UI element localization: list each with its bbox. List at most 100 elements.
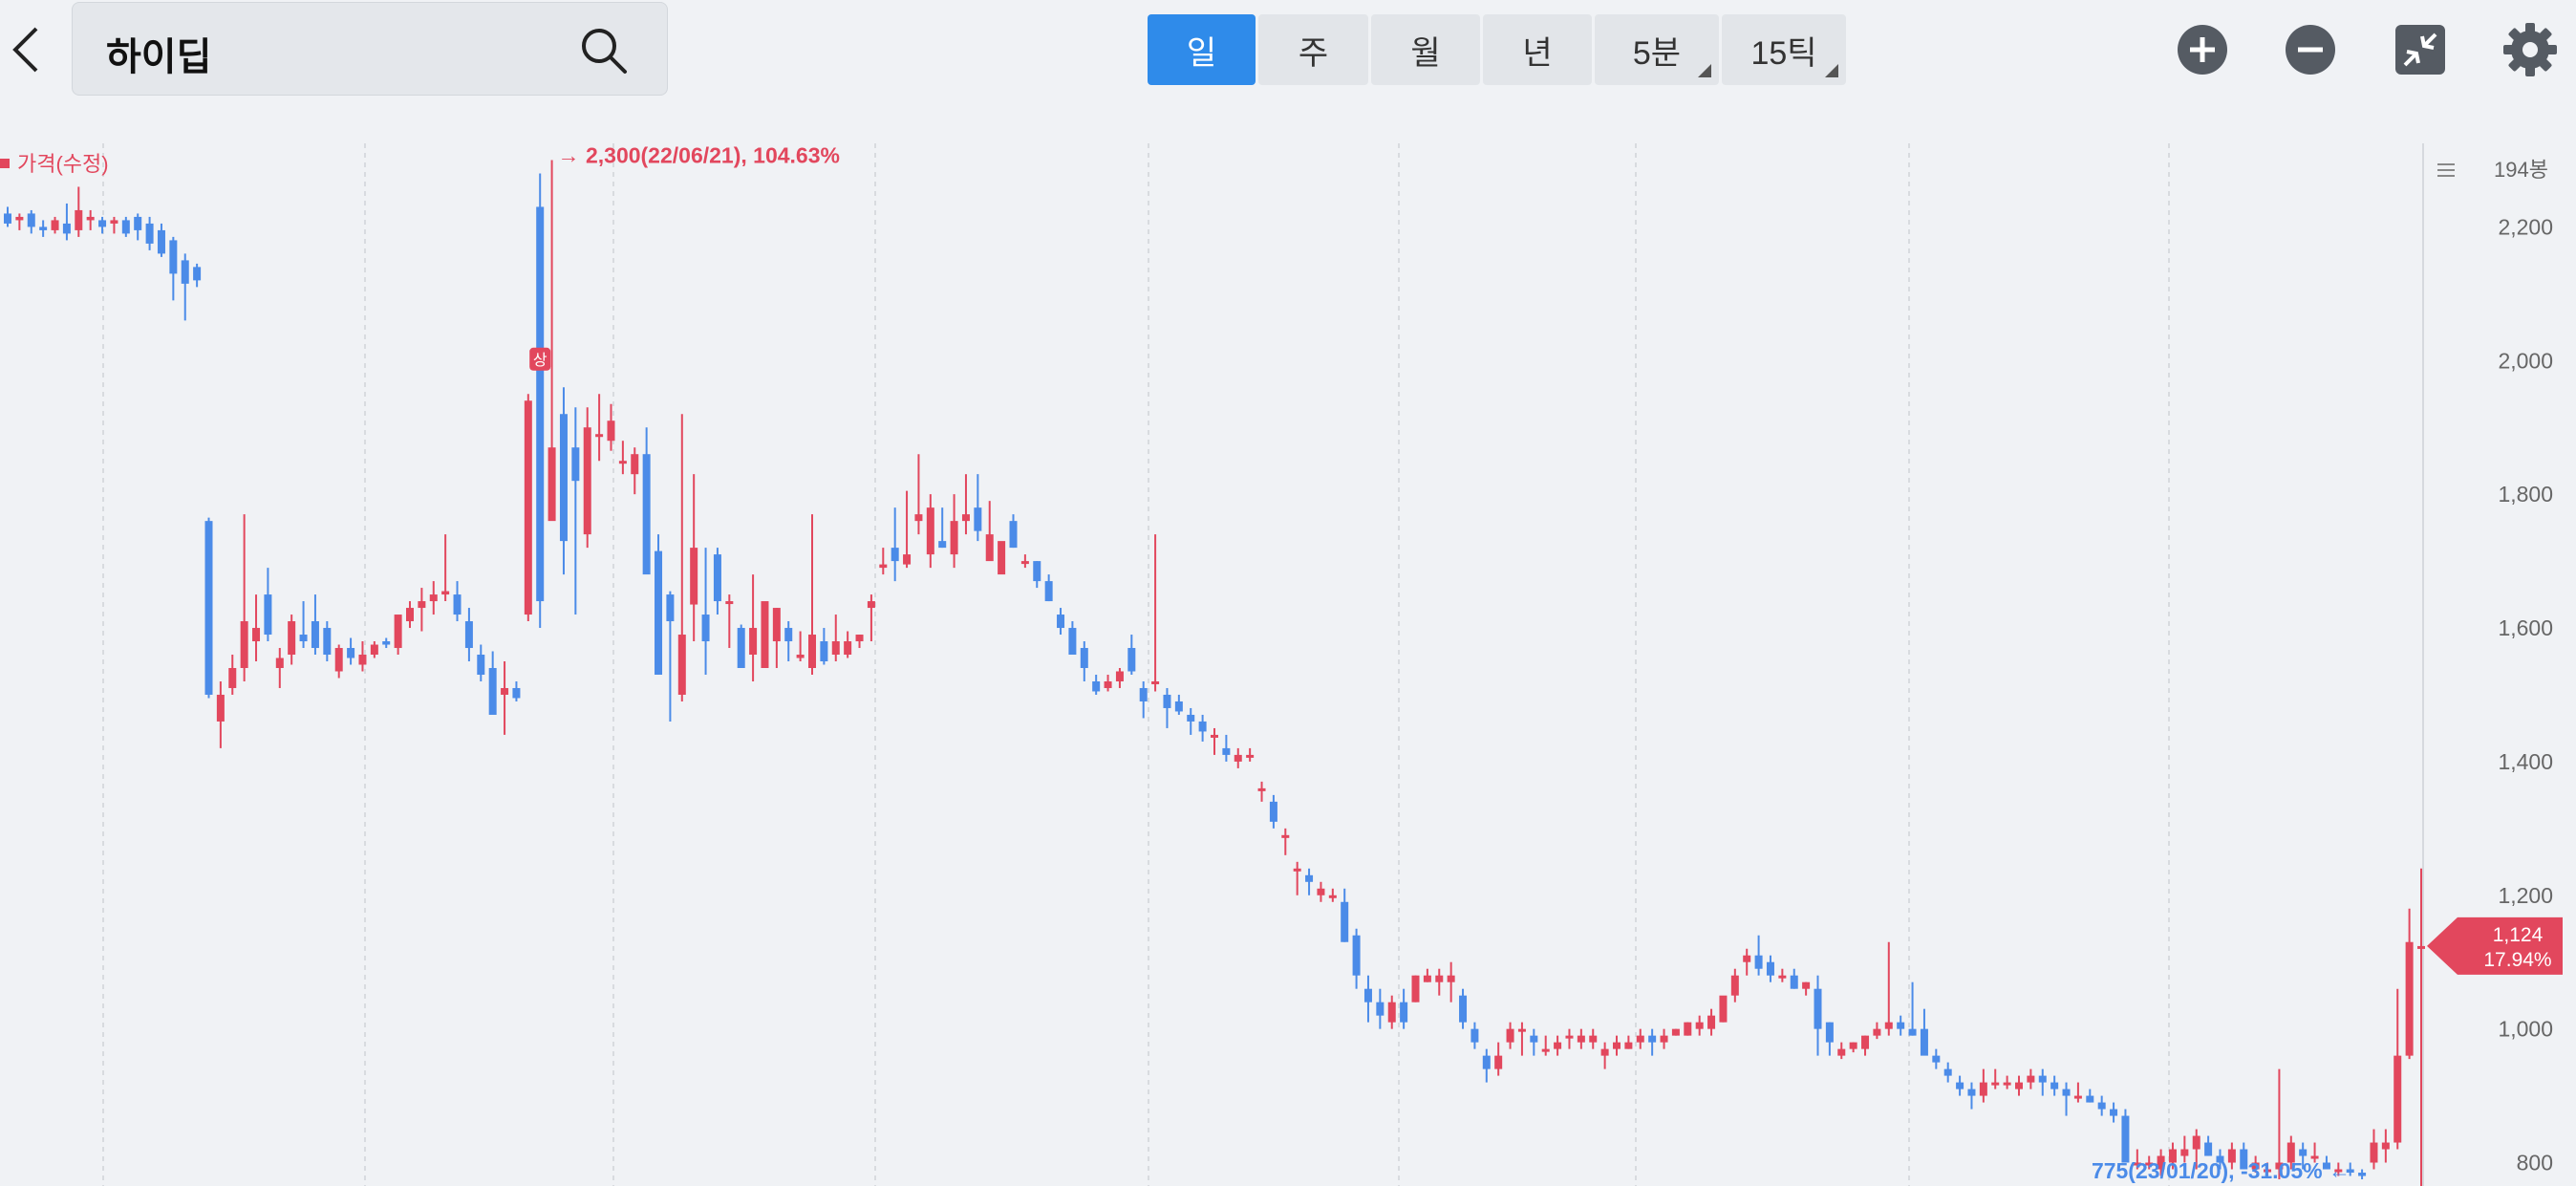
candle-body <box>406 608 414 622</box>
candle-body <box>1411 975 1420 1003</box>
candle <box>382 637 391 649</box>
candle-body <box>134 216 142 230</box>
candle-body <box>311 621 319 649</box>
candle-body <box>2062 1089 2071 1096</box>
candle <box>891 507 899 582</box>
candle <box>1766 955 1774 982</box>
candle <box>477 644 485 681</box>
candle <box>1423 968 1431 982</box>
candle-body <box>1246 754 1255 758</box>
candle-body <box>62 223 71 234</box>
candle-body <box>1222 747 1231 755</box>
candle-body <box>1033 561 1041 582</box>
candle-body <box>382 641 391 645</box>
candle <box>926 494 934 569</box>
candle <box>240 514 248 681</box>
candle-body <box>1743 955 1751 962</box>
candle-body <box>464 621 473 649</box>
candle-body <box>15 216 24 221</box>
candle <box>1281 828 1290 855</box>
candle <box>2381 1129 2390 1163</box>
candle <box>831 615 840 662</box>
candle <box>631 447 639 495</box>
candle <box>453 581 462 622</box>
candle-body <box>1151 680 1160 684</box>
candle <box>559 387 568 575</box>
candle <box>1943 1062 1952 1083</box>
candle <box>737 624 745 668</box>
y-tick-label: 1,800 <box>2498 482 2553 507</box>
candle-body <box>1174 701 1183 712</box>
candle <box>98 216 107 234</box>
candle-body <box>2192 1135 2200 1150</box>
candle-body <box>985 534 994 562</box>
candle <box>2121 1109 2130 1163</box>
candle <box>1009 514 1018 549</box>
candle <box>1671 1028 1680 1036</box>
candle <box>1778 968 1787 982</box>
candle-body <box>926 507 934 555</box>
candle-body <box>1257 787 1266 791</box>
candle-body <box>1115 671 1124 681</box>
candle <box>1790 968 1798 989</box>
candle <box>1139 680 1148 719</box>
candle <box>1600 1042 1609 1069</box>
y-tick-label: 1,600 <box>2498 615 2553 640</box>
candle <box>2358 1169 2367 1180</box>
candle <box>1506 1022 1514 1049</box>
candle-body <box>524 400 532 615</box>
candle <box>1293 861 1301 895</box>
candle-body <box>1211 734 1218 738</box>
candle-body <box>2394 1055 2402 1143</box>
candle-body <box>1554 1042 1562 1049</box>
candle <box>1648 1028 1657 1056</box>
candle-body <box>1613 1042 1621 1049</box>
candle-body <box>677 635 686 695</box>
candle-body <box>1730 975 1739 996</box>
candle <box>15 213 24 230</box>
candle <box>855 635 864 649</box>
candlestick-chart[interactable]: 800 1,000 1,200 1,400 1,600 1,800 2,000 2,200 가… <box>0 0 2576 1186</box>
candle <box>1730 968 1739 1003</box>
candle-body <box>2110 1109 2118 1116</box>
candle-body <box>867 601 875 609</box>
candle-body <box>1506 1028 1514 1043</box>
candle <box>690 474 698 642</box>
candle-body <box>2370 1142 2378 1163</box>
candle <box>1470 1022 1479 1049</box>
menu-icon[interactable] <box>2437 163 2455 177</box>
candle-body <box>998 541 1006 575</box>
candle <box>844 631 852 658</box>
candle-series <box>4 160 2425 1186</box>
candle <box>642 427 651 575</box>
candle <box>1234 747 1242 768</box>
candle-body <box>347 648 355 658</box>
candle-body <box>1044 581 1053 602</box>
y-tick-label: 1,200 <box>2498 883 2553 908</box>
candle <box>749 574 758 681</box>
candle <box>204 517 213 699</box>
candle <box>2015 1075 2023 1096</box>
candle <box>1825 1022 1834 1056</box>
candle <box>1317 881 1325 902</box>
candle-body <box>1719 995 1728 1023</box>
candle-body <box>1269 801 1277 822</box>
candle-body <box>1092 680 1101 692</box>
candle <box>1376 988 1385 1029</box>
candle <box>1341 888 1349 942</box>
candle <box>358 641 367 672</box>
candle <box>121 216 130 237</box>
candle <box>288 615 296 665</box>
candle <box>1482 1048 1491 1083</box>
candle <box>2110 1102 2118 1123</box>
candle <box>1897 1015 1905 1036</box>
candle-body <box>240 621 248 668</box>
candle <box>974 474 982 542</box>
candle-body <box>820 641 828 662</box>
candle <box>406 601 414 629</box>
candle-body <box>1447 975 1455 982</box>
candle <box>1932 1048 1941 1069</box>
candle-body <box>1009 521 1018 549</box>
candle <box>2073 1082 2082 1103</box>
candle-body <box>1541 1048 1550 1052</box>
